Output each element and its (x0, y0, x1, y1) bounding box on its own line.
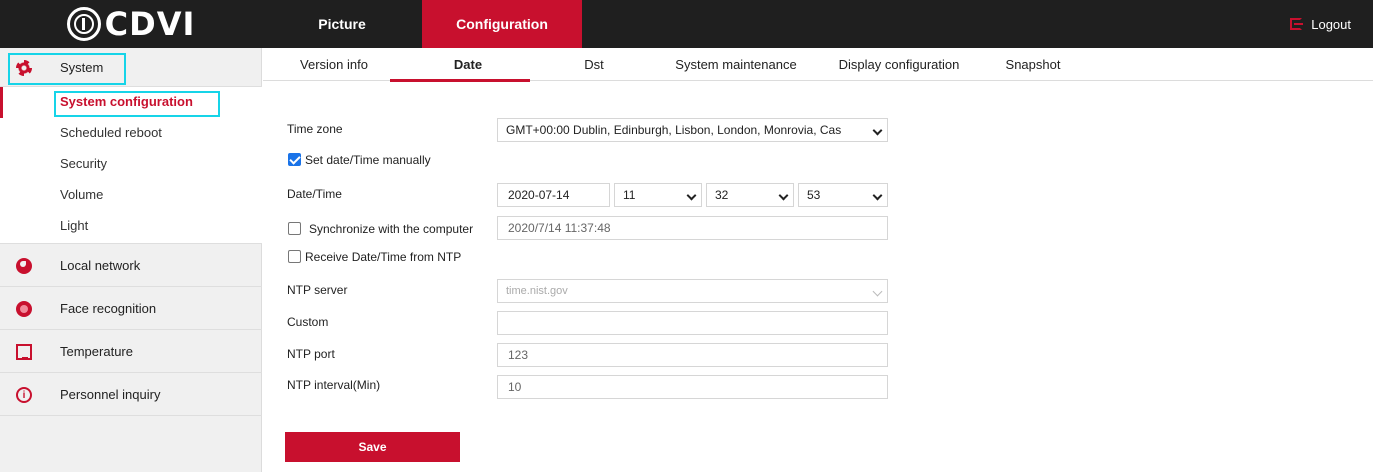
sync-datetime-value: 2020/7/14 11:37:48 (508, 221, 611, 235)
timezone-label: Time zone (287, 122, 343, 136)
date-input[interactable]: 2020-07-14 (497, 183, 610, 207)
sidebar-subitem-label: Scheduled reboot (60, 125, 162, 140)
sidebar-subitem-label: System configuration (60, 94, 193, 109)
set-manually-label: Set date/Time manually (305, 153, 431, 167)
sidebar-item-temperature[interactable]: Temperature (0, 331, 262, 373)
sidebar-item-label: Local network (60, 258, 141, 273)
monitor-icon (16, 344, 32, 360)
tab-version-info[interactable]: Version info (279, 48, 389, 81)
datetime-label: Date/Time (287, 187, 342, 201)
tab-dst[interactable]: Dst (559, 48, 629, 81)
sidebar-subitem-label: Security (60, 156, 107, 171)
sync-datetime-field: 2020/7/14 11:37:48 (497, 216, 888, 240)
ntp-server-label: NTP server (287, 283, 348, 297)
sync-computer-checkbox[interactable] (288, 222, 301, 235)
hour-value: 11 (623, 188, 636, 202)
logout-label: Logout (1311, 16, 1351, 32)
timezone-select[interactable]: GMT+00:00 Dublin, Edinburgh, Lisbon, Lon… (497, 118, 888, 142)
sidebar-item-label: System (60, 60, 104, 75)
sidebar-item-label: Personnel inquiry (60, 387, 161, 402)
tab-snapshot[interactable]: Snapshot (993, 48, 1073, 81)
sidebar-item-local-network[interactable]: Local network (0, 245, 262, 287)
hour-select[interactable]: 11 (614, 183, 702, 207)
face-icon (16, 301, 32, 317)
globe-icon (16, 258, 32, 274)
save-button[interactable]: Save (285, 432, 460, 462)
sidebar-subitem-light[interactable]: Light (0, 211, 262, 242)
sub-tab-bar: Version info Date Dst System maintenance… (263, 48, 1373, 82)
sidebar-subitem-scheduled-reboot[interactable]: Scheduled reboot (0, 118, 262, 149)
chevron-down-icon (778, 190, 789, 201)
ntp-server-select[interactable]: time.nist.gov (497, 279, 888, 303)
custom-label: Custom (287, 315, 329, 329)
chevron-down-icon (686, 190, 697, 201)
sidebar-subitem-volume[interactable]: Volume (0, 180, 262, 211)
minute-value: 32 (715, 188, 729, 202)
sidebar-item-personnel-inquiry[interactable]: i Personnel inquiry (0, 374, 262, 416)
tab-display-configuration[interactable]: Display configuration (819, 48, 979, 81)
ntp-interval-label: NTP interval(Min) (287, 378, 381, 392)
second-select[interactable]: 53 (798, 183, 888, 207)
gear-icon (16, 60, 32, 76)
custom-input[interactable] (497, 311, 888, 335)
chevron-down-icon (872, 286, 883, 297)
sync-computer-label: Synchronize with the computer (309, 222, 474, 236)
active-tab-indicator (390, 79, 530, 82)
timezone-value: GMT+00:00 Dublin, Edinburgh, Lisbon, Lon… (506, 123, 842, 137)
sidebar-subitem-label: Light (60, 218, 89, 233)
sidebar-item-system[interactable]: System (0, 48, 262, 87)
sidebar-item-face-recognition[interactable]: Face recognition (0, 288, 262, 330)
tab-configuration[interactable]: Configuration (422, 0, 582, 48)
ntp-server-value: time.nist.gov (506, 285, 568, 297)
chevron-down-icon (872, 190, 883, 201)
logout-icon (1290, 18, 1304, 30)
ntp-interval-value: 10 (508, 380, 522, 394)
info-icon: i (16, 387, 32, 403)
minute-select[interactable]: 32 (706, 183, 794, 207)
date-value: 2020-07-14 (508, 188, 570, 202)
sidebar-item-label: Face recognition (60, 301, 157, 316)
logout-button[interactable]: Logout (1290, 0, 1351, 48)
ntp-port-input[interactable]: 123 (497, 343, 888, 367)
set-manually-checkbox[interactable] (288, 153, 301, 166)
ntp-interval-input[interactable]: 10 (497, 375, 888, 399)
sidebar: System System configuration Scheduled re… (0, 48, 262, 472)
logo: CDVI (0, 0, 262, 48)
top-bar: CDVI Picture Configuration Logout (0, 0, 1373, 48)
tab-picture[interactable]: Picture (262, 0, 422, 48)
chevron-down-icon (872, 125, 883, 136)
ntp-port-value: 123 (508, 348, 529, 362)
logo-text: CDVI (104, 5, 196, 43)
cdvi-logo-icon (66, 7, 101, 41)
sidebar-subitem-system-configuration[interactable]: System configuration (0, 87, 262, 118)
sidebar-item-label: Temperature (60, 344, 133, 359)
second-value: 53 (807, 188, 821, 202)
ntp-port-label: NTP port (287, 347, 335, 361)
ntp-receive-label: Receive Date/Time from NTP (305, 250, 462, 264)
system-submenu: System configuration Scheduled reboot Se… (0, 87, 262, 244)
tab-system-maintenance[interactable]: System maintenance (661, 48, 811, 81)
sidebar-subitem-security[interactable]: Security (0, 149, 262, 180)
sidebar-subitem-label: Volume (60, 187, 104, 202)
tab-date[interactable]: Date (425, 48, 511, 81)
ntp-receive-checkbox[interactable] (288, 250, 301, 263)
